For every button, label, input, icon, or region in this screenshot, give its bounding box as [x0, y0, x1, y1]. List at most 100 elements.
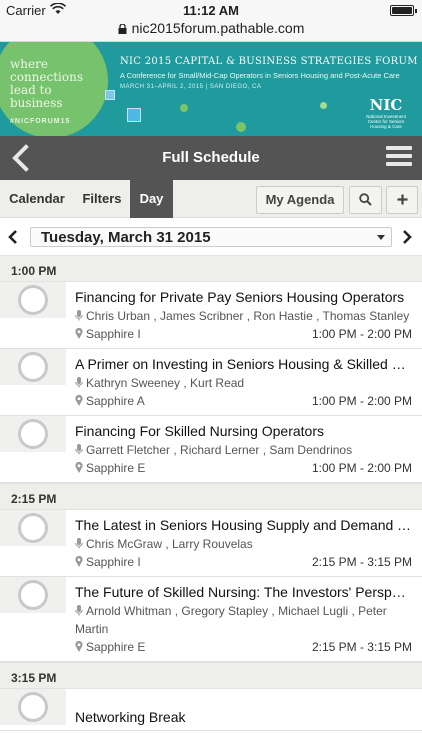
session-title[interactable]: Financing For Skilled Nursing Operators	[75, 421, 412, 441]
session-location: Sapphire E	[75, 461, 145, 475]
forum-title: NIC 2015 CAPITAL & BUSINESS STRATEGIES F…	[120, 56, 418, 67]
search-button[interactable]	[349, 186, 382, 214]
session-speakers: Kathryn Sweeney , Kurt Read	[75, 374, 412, 392]
session-title[interactable]: The Latest in Seniors Housing Supply and…	[75, 515, 412, 535]
map-pin-icon	[75, 556, 83, 567]
session-circle-icon	[18, 580, 48, 610]
session-time: 1:00 PM - 2:00 PM	[311, 327, 412, 341]
page-header: Full Schedule	[0, 136, 422, 180]
hamburger-icon[interactable]	[386, 146, 412, 170]
session-thumb	[0, 577, 66, 613]
map-pin-icon	[75, 462, 83, 473]
session-location: Sapphire E	[75, 640, 145, 654]
session-row[interactable]: The Latest in Seniors Housing Supply and…	[0, 510, 422, 577]
nic-logo-subtext: National Investment Center for Seniors H…	[366, 114, 406, 129]
session-thumb	[0, 689, 66, 725]
address-bar[interactable]: nic2015forum.pathable.com	[0, 20, 422, 42]
session-location: Sapphire I	[75, 327, 141, 341]
session-thumb	[0, 510, 66, 546]
forum-dates: MARCH 31–APRIL 2, 2015 | SAN DIEGO, CA	[120, 84, 262, 90]
map-pin-icon	[75, 395, 83, 406]
time-slot-header: 1:00 PM	[0, 255, 422, 282]
time-slot-header: 2:15 PM	[0, 483, 422, 510]
banner-dot	[180, 104, 188, 112]
lock-icon	[118, 24, 127, 34]
session-row[interactable]: A Primer on Investing in Seniors Housing…	[0, 349, 422, 416]
next-day-icon[interactable]	[400, 229, 414, 245]
status-bar: Carrier 11:12 AM	[0, 0, 422, 20]
session-thumb	[0, 416, 66, 452]
room-name: Sapphire E	[86, 640, 146, 654]
session-time: 2:15 PM - 3:15 PM	[311, 555, 412, 569]
speaker-list: Chris Urban , James Scribner , Ron Hasti…	[86, 309, 410, 323]
session-time: 1:00 PM - 2:00 PM	[311, 461, 412, 475]
room-name: Sapphire E	[86, 461, 146, 475]
event-banner[interactable]: where connections lead to business #NICF…	[0, 42, 422, 136]
clock: 11:12 AM	[183, 3, 239, 18]
microphone-icon	[75, 377, 83, 388]
session-title[interactable]: Networking Break	[75, 707, 412, 727]
date-navigator: Tuesday, March 31 2015	[0, 219, 422, 255]
session-circle-icon	[18, 692, 48, 722]
date-select[interactable]: Tuesday, March 31 2015	[30, 227, 392, 247]
banner-tagline: where connections lead to business	[10, 57, 83, 110]
tab-day[interactable]: Day	[130, 180, 173, 218]
banner-dot	[236, 122, 246, 132]
banner-hashtag: #NICFORUM15	[10, 118, 71, 125]
session-time: 1:00 PM - 2:00 PM	[311, 394, 412, 408]
session-thumb	[0, 282, 66, 318]
map-pin-icon	[75, 328, 83, 339]
time-slot-header: 3:15 PM	[0, 662, 422, 689]
session-circle-icon	[18, 352, 48, 382]
session-title[interactable]: A Primer on Investing in Seniors Housing…	[75, 354, 412, 374]
tab-calendar[interactable]: Calendar	[0, 180, 74, 218]
chevron-down-icon	[377, 235, 385, 240]
session-row[interactable]: Financing For Skilled Nursing Operators …	[0, 416, 422, 483]
session-title[interactable]: Financing for Private Pay Seniors Housin…	[75, 287, 412, 307]
session-row[interactable]: The Future of Skilled Nursing: The Inves…	[0, 577, 422, 662]
session-speakers: Chris McGraw , Larry Rouvelas	[75, 535, 412, 553]
nic-logo: NIC National Investment Center for Senio…	[360, 96, 412, 129]
session-time: 2:15 PM - 3:15 PM	[311, 640, 412, 654]
banner-square	[127, 108, 141, 122]
add-button[interactable]	[386, 186, 418, 214]
url-text: nic2015forum.pathable.com	[131, 20, 305, 36]
session-title[interactable]: The Future of Skilled Nursing: The Inves…	[75, 582, 412, 602]
session-speakers: Arnold Whitman , Gregory Stapley , Micha…	[75, 602, 412, 638]
battery-icon	[390, 5, 417, 16]
session-location: Sapphire I	[75, 555, 141, 569]
microphone-icon	[75, 538, 83, 549]
banner-dot	[320, 102, 327, 109]
selected-date: Tuesday, March 31 2015	[41, 229, 211, 246]
nic-logo-text: NIC	[369, 96, 403, 114]
room-name: Sapphire I	[86, 327, 141, 341]
view-tabs: Calendar Filters Day My Agenda	[0, 180, 422, 218]
my-agenda-button[interactable]: My Agenda	[256, 186, 344, 214]
session-thumb	[0, 349, 66, 385]
forum-subtitle: A Conference for Small/Mid-Cap Operators…	[120, 71, 400, 80]
speaker-list: Garrett Fletcher , Richard Lerner , Sam …	[86, 443, 353, 457]
session-circle-icon	[18, 513, 48, 543]
session-circle-icon	[18, 285, 48, 315]
tab-filters[interactable]: Filters	[74, 180, 130, 218]
session-speakers: Chris Urban , James Scribner , Ron Hasti…	[75, 307, 412, 325]
session-location: Sapphire A	[75, 394, 145, 408]
microphone-icon	[75, 444, 83, 455]
microphone-icon	[75, 310, 83, 321]
speaker-list: Chris McGraw , Larry Rouvelas	[86, 537, 253, 551]
prev-day-icon[interactable]	[6, 229, 20, 245]
search-icon	[359, 193, 372, 206]
speaker-list: Kathryn Sweeney , Kurt Read	[86, 376, 245, 390]
session-row[interactable]: Networking Break	[0, 689, 422, 731]
room-name: Sapphire I	[86, 555, 141, 569]
schedule-list: 1:00 PM Financing for Private Pay Senior…	[0, 255, 422, 731]
page-title: Full Schedule	[162, 149, 260, 166]
room-name: Sapphire A	[86, 394, 145, 408]
session-circle-icon	[18, 419, 48, 449]
session-speakers: Garrett Fletcher , Richard Lerner , Sam …	[75, 441, 412, 459]
session-row[interactable]: Financing for Private Pay Seniors Housin…	[0, 282, 422, 349]
banner-square	[105, 90, 115, 100]
plus-icon	[397, 194, 407, 205]
microphone-icon	[75, 605, 83, 616]
map-pin-icon	[75, 641, 83, 652]
